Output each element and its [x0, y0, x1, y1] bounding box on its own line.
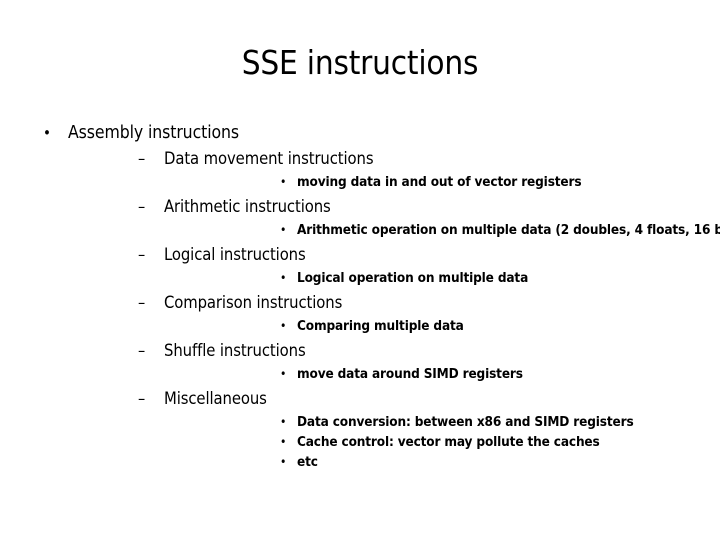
bullet-dot-icon: •: [280, 175, 287, 189]
outline-subitem-label: Logical operation on multiple data: [297, 270, 529, 286]
outline-item-data-movement-instructions: – Data movement instructions • moving da…: [68, 148, 720, 192]
bullet-dash-icon: –: [138, 341, 146, 360]
outline-item-logical-instructions: – Logical instructions • Logical operati…: [68, 244, 720, 288]
outline-item-miscellaneous: – Miscellaneous • Data conversion: betwe…: [68, 388, 720, 472]
outline-item-label: Miscellaneous: [164, 389, 267, 408]
slide-body: • Assembly instructions – Data movement …: [0, 122, 720, 474]
outline-item-label: Arithmetic instructions: [164, 197, 331, 216]
outline-subitem-label: moving data in and out of vector registe…: [297, 174, 582, 190]
bullet-dot-icon: •: [280, 415, 287, 429]
bullet-dot-icon: •: [280, 435, 287, 449]
outline-level3-list: • move data around SIMD registers: [164, 364, 720, 384]
outline-level2-list: – Data movement instructions • moving da…: [68, 148, 720, 472]
bullet-dash-icon: –: [138, 149, 146, 168]
bullet-dot-icon: •: [280, 367, 287, 381]
bullet-dot-icon: •: [280, 319, 287, 333]
outline-item-arithmetic-instructions: – Arithmetic instructions • Arithmetic o…: [68, 196, 720, 240]
outline-subitem: • Arithmetic operation on multiple data …: [164, 220, 720, 240]
outline-level1-list: • Assembly instructions – Data movement …: [0, 122, 720, 472]
bullet-dash-icon: –: [138, 389, 146, 408]
outline-subitem-label: Arithmetic operation on multiple data (2…: [297, 222, 720, 238]
outline-subitem: • Data conversion: between x86 and SIMD …: [164, 412, 720, 432]
outline-subitem: • moving data in and out of vector regis…: [164, 172, 720, 192]
outline-level3-list: • moving data in and out of vector regis…: [164, 172, 720, 192]
outline-subitem: • Logical operation on multiple data: [164, 268, 720, 288]
outline-level3-list: • Data conversion: between x86 and SIMD …: [164, 412, 720, 472]
outline-subitem-label: Comparing multiple data: [297, 318, 464, 334]
outline-subitem-label: Cache control: vector may pollute the ca…: [297, 434, 600, 450]
outline-item-assembly-instructions: • Assembly instructions – Data movement …: [0, 122, 720, 472]
outline-item-comparison-instructions: – Comparison instructions • Comparing mu…: [68, 292, 720, 336]
outline-item-label: Data movement instructions: [164, 149, 374, 168]
bullet-dash-icon: –: [138, 197, 146, 216]
outline-subitem: • Cache control: vector may pollute the …: [164, 432, 720, 452]
outline-item-shuffle-instructions: – Shuffle instructions • move data aroun…: [68, 340, 720, 384]
outline-item-label: Shuffle instructions: [164, 341, 306, 360]
presentation-slide: SSE instructions • Assembly instructions…: [0, 0, 720, 540]
outline-subitem-label: Data conversion: between x86 and SIMD re…: [297, 414, 634, 430]
bullet-dot-icon: •: [43, 124, 51, 142]
outline-subitem-label: move data around SIMD registers: [297, 366, 523, 382]
bullet-dash-icon: –: [138, 293, 146, 312]
outline-level3-list: • Arithmetic operation on multiple data …: [164, 220, 720, 240]
bullet-dot-icon: •: [280, 223, 287, 237]
bullet-dot-icon: •: [280, 271, 287, 285]
slide-title: SSE instructions: [241, 43, 479, 82]
outline-item-label: Assembly instructions: [68, 123, 239, 143]
outline-item-label: Logical instructions: [164, 245, 306, 264]
bullet-dash-icon: –: [138, 245, 146, 264]
outline-item-label: Comparison instructions: [164, 293, 343, 312]
outline-subitem: • move data around SIMD registers: [164, 364, 720, 384]
outline-level3-list: • Comparing multiple data: [164, 316, 720, 336]
outline-level3-list: • Logical operation on multiple data: [164, 268, 720, 288]
bullet-dot-icon: •: [280, 455, 287, 469]
outline-subitem-label: etc: [297, 454, 318, 470]
outline-subitem: • Comparing multiple data: [164, 316, 720, 336]
outline-subitem: • etc: [164, 452, 720, 472]
